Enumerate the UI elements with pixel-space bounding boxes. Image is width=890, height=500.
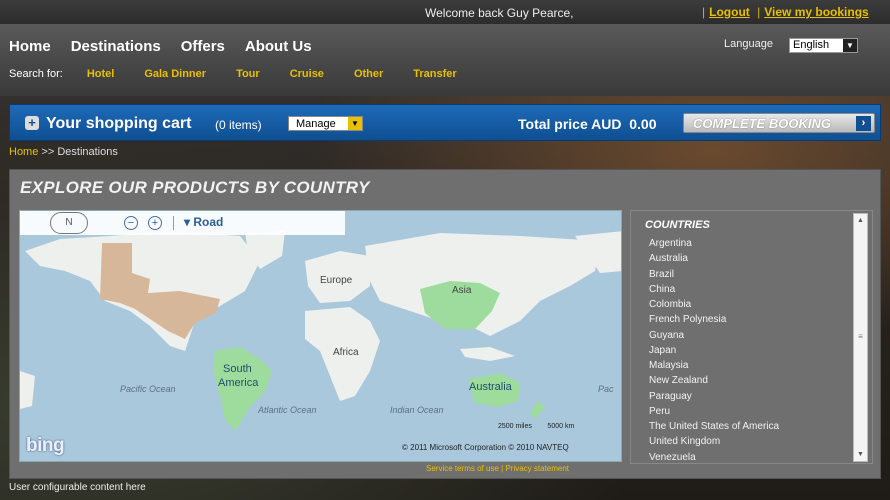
label-atlantic-ocean: Atlantic Ocean <box>258 405 317 415</box>
map-scale: 2500 miles 5000 km <box>498 423 575 430</box>
countries-heading: COUNTRIES <box>645 219 710 231</box>
map-legal-links: Service terms of use | Privacy statement <box>426 464 570 473</box>
breadcrumb: Home >> Destinations <box>9 146 118 158</box>
shopping-cart-bar: + Your shopping cart (0 items) Manage ▼ … <box>9 104 881 141</box>
chevron-right-icon: › <box>856 116 871 131</box>
main-menu: Home Destinations Offers About Us <box>9 38 312 55</box>
language-value: English <box>793 39 830 51</box>
road-view-button[interactable]: ▾ Road <box>184 215 223 229</box>
country-item[interactable]: Malaysia <box>649 358 779 373</box>
nav-destinations[interactable]: Destinations <box>71 38 161 55</box>
chevron-down-icon: ▼ <box>843 39 857 52</box>
search-for-label: Search for: <box>9 68 63 80</box>
bing-logo: bing <box>26 435 65 456</box>
welcome-text: Welcome back Guy Pearce, <box>425 6 574 20</box>
label-africa: Africa <box>333 347 359 358</box>
account-links: | Logout | View my bookings <box>702 5 869 19</box>
cart-title: Your shopping cart <box>46 115 192 132</box>
manage-dropdown[interactable]: Manage ▼ <box>288 116 363 131</box>
world-map[interactable]: N − + ▾ Road Europe Asia Africa South Am… <box>19 210 622 462</box>
total-price-label: Total price AUD <box>518 116 622 132</box>
country-item[interactable]: China <box>649 282 779 297</box>
country-item[interactable]: Guyana <box>649 328 779 343</box>
complete-booking-button[interactable]: COMPLETE BOOKING › <box>683 113 875 133</box>
main-navigation: Home Destinations Offers About Us Langua… <box>0 24 890 96</box>
country-item[interactable]: Brazil <box>649 267 779 282</box>
zoom-out-icon[interactable]: − <box>124 216 138 230</box>
page-title: EXPLORE OUR PRODUCTS BY COUNTRY <box>20 178 370 197</box>
country-item[interactable]: Japan <box>649 343 779 358</box>
scroll-down-icon[interactable]: ▼ <box>854 448 867 461</box>
label-pacific-ocean-right: Pac <box>598 384 614 394</box>
search-transfer-link[interactable]: Transfer <box>413 68 456 80</box>
scroll-up-icon[interactable]: ▲ <box>854 214 867 227</box>
left-edge-land <box>20 371 35 409</box>
label-asia: Asia <box>452 285 472 296</box>
chevron-down-icon: ▼ <box>348 117 362 130</box>
country-item[interactable]: Colombia <box>649 297 779 312</box>
manage-label: Manage <box>296 118 336 130</box>
zoom-in-icon[interactable]: + <box>148 216 162 230</box>
label-indian-ocean: Indian Ocean <box>390 405 444 415</box>
service-terms-link[interactable]: Service terms of use <box>426 464 499 473</box>
country-item[interactable]: Australia <box>649 251 779 266</box>
country-item[interactable]: The United States of America <box>649 419 779 434</box>
logout-link[interactable]: Logout <box>709 5 750 19</box>
language-label: Language <box>724 38 773 50</box>
nav-offers[interactable]: Offers <box>181 38 225 55</box>
new-zealand-land <box>530 401 545 419</box>
search-other-link[interactable]: Other <box>354 68 383 80</box>
cart-item-count: (0 items) <box>215 118 262 132</box>
total-price: Total price AUD 0.00 <box>518 116 657 132</box>
search-for-row: Search for: Hotel Gala Dinner Tour Cruis… <box>9 68 487 80</box>
complete-booking-label: COMPLETE BOOKING <box>693 116 831 131</box>
countries-list: Argentina Australia Brazil China Colombi… <box>649 236 779 465</box>
search-gala-dinner-link[interactable]: Gala Dinner <box>144 68 206 80</box>
explore-panel: EXPLORE OUR PRODUCTS BY COUNTRY N − + ▾ … <box>9 169 881 479</box>
view-bookings-link[interactable]: View my bookings <box>764 5 868 19</box>
label-pacific-ocean: Pacific Ocean <box>120 384 176 394</box>
footer-text: User configurable content here <box>9 482 146 493</box>
country-item[interactable]: United Kingdom <box>649 434 779 449</box>
label-europe: Europe <box>320 275 353 286</box>
scroll-thumb[interactable]: ≡ <box>854 331 867 343</box>
country-item[interactable]: New Zealand <box>649 373 779 388</box>
nav-home[interactable]: Home <box>9 38 51 55</box>
language-select[interactable]: English ▼ <box>789 38 858 53</box>
south-america-highlight <box>213 347 272 431</box>
nav-about-us[interactable]: About Us <box>245 38 312 55</box>
search-cruise-link[interactable]: Cruise <box>290 68 324 80</box>
total-price-value: 0.00 <box>629 116 657 132</box>
countries-scrollbar[interactable]: ▲ ≡ ▼ <box>853 213 868 462</box>
malaysia-land <box>460 347 515 361</box>
search-tour-link[interactable]: Tour <box>236 68 260 80</box>
map-toolbar: N − + ▾ Road <box>20 211 345 235</box>
expand-cart-icon[interactable]: + <box>25 116 39 130</box>
search-hotel-link[interactable]: Hotel <box>87 68 115 80</box>
countries-list-panel: COUNTRIES Argentina Australia Brazil Chi… <box>630 210 873 464</box>
country-item[interactable]: French Polynesia <box>649 312 779 327</box>
breadcrumb-current: Destinations <box>57 146 118 158</box>
label-australia: Australia <box>469 381 512 393</box>
breadcrumb-separator: >> <box>41 146 55 158</box>
breadcrumb-home[interactable]: Home <box>9 146 38 158</box>
country-item[interactable]: Paraguay <box>649 389 779 404</box>
country-item[interactable]: Argentina <box>649 236 779 251</box>
country-item[interactable]: Venezuela <box>649 450 779 465</box>
map-copyright: © 2011 Microsoft Corporation © 2010 NAVT… <box>402 443 569 452</box>
compass-icon[interactable]: N <box>50 212 88 234</box>
privacy-statement-link[interactable]: Privacy statement <box>505 464 569 473</box>
toolbar-divider <box>173 216 174 230</box>
country-item[interactable]: Peru <box>649 404 779 419</box>
top-bar: Welcome back Guy Pearce, | Logout | View m… <box>0 0 890 24</box>
label-south: South <box>223 363 252 375</box>
label-america: America <box>218 377 259 389</box>
